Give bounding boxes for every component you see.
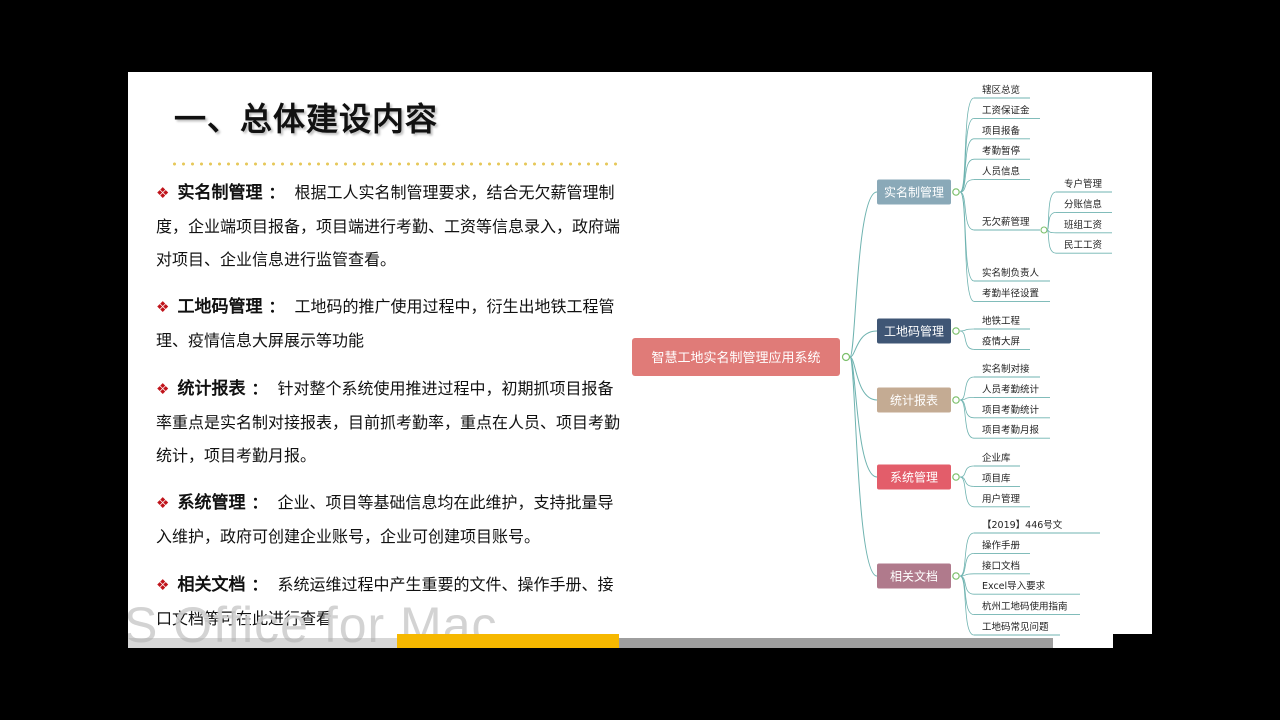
connector-line bbox=[959, 465, 975, 478]
connector-line bbox=[1046, 229, 1057, 254]
section-realname: ❖ 实名制管理：根据工人实名制管理要求，结合无欠薪管理制度，企业端项目报备，项目端… bbox=[156, 183, 621, 269]
child-node-label: 项目考勤月报 bbox=[982, 424, 1040, 436]
connector-line bbox=[959, 191, 975, 282]
root-node-label: 智慧工地实名制管理应用系统 bbox=[651, 350, 820, 366]
section-head: 系统管理 bbox=[177, 493, 246, 513]
connector-line bbox=[849, 356, 878, 577]
connector-line bbox=[959, 191, 975, 302]
child-node-label: 考勤暂停 bbox=[982, 145, 1021, 157]
collapse-circle-icon bbox=[1040, 226, 1048, 234]
child-node-label: Excel导入要求 bbox=[982, 580, 1046, 592]
connector-line bbox=[959, 330, 975, 350]
branch-node-label: 实名制管理 bbox=[884, 185, 944, 200]
collapse-circle-icon bbox=[952, 473, 960, 481]
child-node-label: 人员考勤统计 bbox=[982, 383, 1040, 395]
child-node-label: 工资保证金 bbox=[982, 104, 1030, 116]
branch-node-label: 相关文档 bbox=[890, 569, 938, 584]
connector-line bbox=[959, 376, 975, 401]
sub-node-label: 民工工资 bbox=[1064, 240, 1103, 251]
section-reports: ❖ 统计报表：针对整个系统使用推进过程中，初期抓项目报备率重点是实名制对接报表，目… bbox=[156, 379, 621, 465]
footer-bar-left bbox=[128, 638, 397, 648]
collapse-circle-icon bbox=[841, 352, 851, 362]
connector-line bbox=[959, 399, 975, 419]
child-node-label: 项目考勤统计 bbox=[982, 404, 1040, 416]
connector-line bbox=[959, 328, 975, 332]
child-node-label: 考勤半径设置 bbox=[982, 287, 1039, 299]
diamond-bullet-icon: ❖ bbox=[156, 184, 170, 202]
connector-line bbox=[959, 397, 975, 401]
connector-line bbox=[849, 191, 878, 358]
connector-line bbox=[849, 356, 878, 478]
sub-node-label: 班组工资 bbox=[1064, 219, 1103, 231]
connector-line bbox=[959, 118, 975, 193]
child-node-label: 用户管理 bbox=[982, 493, 1021, 505]
sub-node-label: 专户管理 bbox=[1064, 178, 1103, 190]
child-node-label: 企业库 bbox=[982, 452, 1011, 464]
connector-line bbox=[959, 553, 975, 577]
child-node-label: 项目报备 bbox=[982, 125, 1021, 137]
child-node-label: 接口文档 bbox=[982, 560, 1020, 572]
footer-bar-yellow bbox=[397, 634, 619, 648]
diamond-bullet-icon: ❖ bbox=[156, 576, 170, 594]
corner-block bbox=[1113, 634, 1152, 648]
connector-line bbox=[849, 330, 878, 358]
section-head: 统计报表 bbox=[177, 379, 246, 399]
child-node-label: 项目库 bbox=[982, 472, 1011, 484]
collapse-circle-icon bbox=[952, 572, 960, 580]
sub-node-label: 分账信息 bbox=[1064, 198, 1102, 210]
collapse-circle-icon bbox=[952, 327, 960, 335]
child-node-label: 无欠薪管理 bbox=[982, 216, 1030, 228]
footer-bar-gray bbox=[619, 638, 1053, 648]
branch-node-label: 工地码管理 bbox=[884, 324, 944, 339]
branch-node-label: 统计报表 bbox=[890, 393, 938, 408]
section-head: 工地码管理 bbox=[177, 297, 263, 317]
slide-title: 一、总体建设内容 bbox=[174, 100, 439, 138]
child-node-label: 地铁工程 bbox=[982, 315, 1021, 327]
section-head: 相关文档 bbox=[177, 575, 246, 595]
connector-line bbox=[959, 532, 975, 577]
connector-line bbox=[959, 476, 975, 508]
connector-line bbox=[959, 399, 975, 439]
dotted-divider bbox=[170, 162, 622, 166]
branch-node-label: 系统管理 bbox=[890, 470, 938, 485]
slide: 一、总体建设内容 ❖ 实名制管理：根据工人实名制管理要求，结合无欠薪管理制度，企业… bbox=[128, 72, 1152, 648]
connector-line bbox=[959, 575, 975, 615]
child-node-label: 辖区总览 bbox=[982, 84, 1020, 96]
child-node-label: 杭州工地码使用指南 bbox=[982, 601, 1068, 613]
section-sitecode: ❖ 工地码管理：工地码的推广使用过程中，衍生出地铁工程管理、疫情信息大屏展示等功能 bbox=[156, 297, 615, 350]
child-node-label: 疫情大屏 bbox=[982, 335, 1020, 347]
child-node-label: 实名制负责人 bbox=[982, 267, 1040, 279]
collapse-circle-icon bbox=[952, 396, 960, 404]
child-node-label: 【2019】446号文 bbox=[982, 519, 1063, 531]
mind-map: 智慧工地实名制管理应用系统 实名制管理 辖区总览工资保证金项目报备考勤暂停人员信息无… bbox=[632, 84, 1112, 636]
child-node-label: 实名制对接 bbox=[982, 363, 1030, 375]
section-system: ❖ 系统管理：企业、项目等基础信息均在此维护，支持批量导入维护，政府可创建企业账号… bbox=[156, 493, 614, 546]
connector-line bbox=[959, 138, 975, 193]
collapse-circle-icon bbox=[952, 188, 960, 196]
diamond-bullet-icon: ❖ bbox=[156, 380, 170, 398]
child-node-label: 操作手册 bbox=[982, 539, 1021, 551]
diamond-bullet-icon: ❖ bbox=[156, 494, 170, 512]
diamond-bullet-icon: ❖ bbox=[156, 298, 170, 316]
child-node-label: 人员信息 bbox=[982, 166, 1020, 178]
section-head: 实名制管理 bbox=[177, 183, 263, 203]
child-node-label: 工地码常见问题 bbox=[982, 621, 1049, 633]
connector-line bbox=[959, 97, 975, 193]
